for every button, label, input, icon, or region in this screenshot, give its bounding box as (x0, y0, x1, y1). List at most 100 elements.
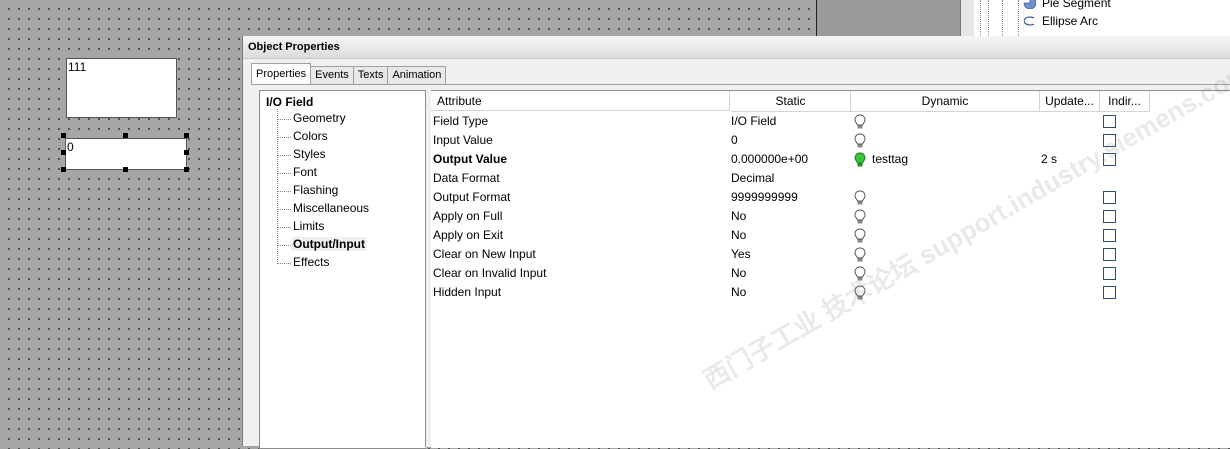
dynamic-cell[interactable] (853, 131, 872, 150)
static-value[interactable]: 9999999999 (731, 188, 798, 207)
bulb-off-icon[interactable] (853, 246, 867, 263)
table-row[interactable]: Clear on New Input Yes (431, 245, 1230, 264)
table-row[interactable]: Apply on Exit No (431, 226, 1230, 245)
tree-item-geometry[interactable]: Geometry (293, 111, 346, 125)
column-header-attribute[interactable]: Attribute (431, 91, 730, 111)
column-header-dynamic[interactable]: Dynamic (851, 91, 1040, 112)
tab-bar: Properties Events Texts Animation (251, 63, 447, 84)
attribute-name: Hidden Input (433, 285, 502, 299)
tree-connector (277, 119, 291, 120)
resize-handle[interactable] (61, 167, 66, 172)
toolbox-item-label: Ellipse Arc (1042, 14, 1099, 28)
tree-connector (277, 137, 291, 138)
attribute-name: Input Value (433, 133, 493, 147)
dynamic-cell[interactable] (853, 226, 872, 245)
indirect-checkbox[interactable] (1103, 267, 1116, 280)
dynamic-cell[interactable]: testtag (853, 150, 908, 169)
resize-handle[interactable] (123, 133, 128, 138)
resize-handle[interactable] (61, 133, 66, 138)
static-value[interactable]: Yes (731, 245, 751, 264)
dynamic-cell[interactable] (853, 112, 872, 131)
io-field-selected[interactable]: 0 (65, 138, 187, 170)
toolbox-item-label: Pie Segment (1042, 0, 1111, 10)
bulb-green-icon[interactable] (853, 151, 867, 168)
indirect-checkbox[interactable] (1103, 191, 1116, 204)
indirect-checkbox[interactable] (1103, 286, 1116, 299)
attribute-name: Clear on Invalid Input (433, 266, 547, 280)
io-field-111[interactable]: 111 (66, 58, 177, 118)
tree-item-limits[interactable]: Limits (293, 219, 324, 233)
dynamic-cell[interactable] (853, 207, 872, 226)
pie-segment-icon (1024, 0, 1036, 9)
toolbox-item-pie-segment[interactable]: Pie Segment (1024, 0, 1111, 10)
tree-connector (277, 245, 291, 246)
dynamic-cell[interactable] (853, 188, 872, 207)
bulb-off-icon[interactable] (853, 227, 867, 244)
table-row[interactable]: Output Format 9999999999 (431, 188, 1230, 207)
table-row[interactable]: Clear on Invalid Input No (431, 264, 1230, 283)
resize-handle[interactable] (61, 150, 66, 155)
static-value[interactable]: No (731, 283, 746, 302)
static-value[interactable]: Decimal (731, 169, 774, 188)
properties-content: I/O Field Geometry Colors Styles Font Fl… (251, 84, 1230, 449)
tree-item-output-input[interactable]: Output/Input (291, 237, 367, 251)
attribute-name: Field Type (433, 114, 489, 128)
tree-item-effects[interactable]: Effects (293, 255, 329, 269)
indirect-checkbox[interactable] (1103, 248, 1116, 261)
table-row[interactable]: Data Format Decimal (431, 169, 1230, 188)
static-value[interactable]: No (731, 264, 746, 283)
column-header-update[interactable]: Update... (1040, 91, 1100, 112)
tree-root-io-field[interactable]: I/O Field (266, 95, 313, 109)
tree-guide-line (988, 0, 990, 36)
tab-properties[interactable]: Properties (251, 63, 312, 84)
io-field-111-value: 111 (68, 60, 87, 74)
static-value[interactable]: No (731, 207, 746, 226)
tab-animation[interactable]: Animation (387, 66, 447, 84)
io-field-selected-value: 0 (67, 140, 74, 154)
object-toolbox: Pie Segment Ellipse Arc (974, 0, 1230, 36)
bulb-off-icon[interactable] (853, 132, 867, 149)
editor-side-panel (816, 0, 961, 36)
bulb-off-icon[interactable] (853, 113, 867, 130)
tree-connector (277, 191, 291, 192)
bulb-off-icon[interactable] (853, 208, 867, 225)
attribute-name: Apply on Full (433, 209, 503, 223)
tree-item-styles[interactable]: Styles (293, 147, 326, 161)
toolbox-item-ellipse-arc[interactable]: Ellipse Arc (1024, 14, 1098, 28)
tree-item-miscellaneous[interactable]: Miscellaneous (293, 201, 369, 215)
tree-connector (277, 155, 291, 156)
static-value[interactable]: I/O Field (731, 112, 776, 131)
resize-handle[interactable] (123, 167, 128, 172)
bulb-off-icon[interactable] (853, 189, 867, 206)
tree-connector (277, 209, 291, 210)
tree-guide-line (277, 109, 278, 262)
column-header-static[interactable]: Static (731, 91, 851, 112)
tree-item-font[interactable]: Font (293, 165, 317, 179)
static-value[interactable]: 0 (731, 131, 738, 150)
attribute-name: Apply on Exit (433, 228, 504, 242)
tree-item-flashing[interactable]: Flashing (293, 183, 338, 197)
tree-guide-line (980, 0, 982, 36)
static-value[interactable]: 0.000000e+00 (731, 150, 808, 169)
attribute-name: Data Format (433, 171, 500, 185)
indirect-checkbox[interactable] (1103, 229, 1116, 242)
property-category-tree: I/O Field Geometry Colors Styles Font Fl… (259, 90, 426, 449)
tree-connector (277, 227, 291, 228)
attribute-name: Output Value (433, 152, 508, 166)
tab-texts[interactable]: Texts (352, 66, 389, 84)
dialog-title: Object Properties (243, 36, 1230, 59)
tree-item-colors[interactable]: Colors (293, 129, 328, 143)
resize-handle[interactable] (184, 150, 189, 155)
static-value[interactable]: No (731, 226, 746, 245)
table-row[interactable]: Apply on Full No (431, 207, 1230, 226)
dynamic-cell[interactable] (853, 245, 872, 264)
ellipse-arc-icon (1024, 16, 1035, 26)
resize-handle[interactable] (184, 167, 189, 172)
attribute-name: Clear on New Input (433, 247, 536, 261)
tree-guide-line (1002, 0, 1004, 36)
tree-guide-line (1018, 0, 1020, 36)
indirect-checkbox[interactable] (1103, 210, 1116, 223)
tab-events[interactable]: Events (310, 66, 354, 84)
resize-handle[interactable] (184, 133, 189, 138)
panel-divider[interactable] (960, 0, 975, 36)
